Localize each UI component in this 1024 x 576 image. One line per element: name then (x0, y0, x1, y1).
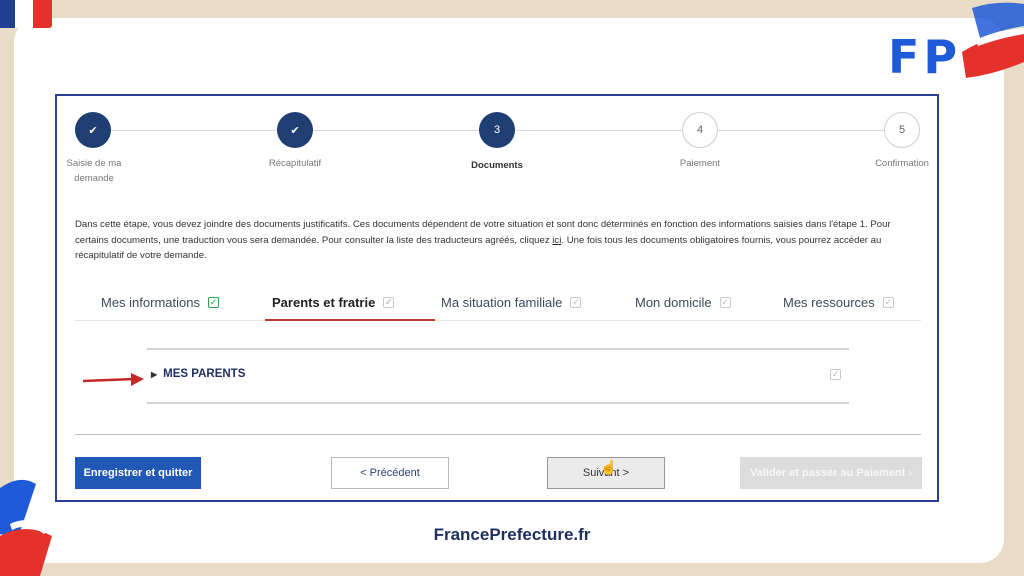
checkbox-icon: ✓ (570, 297, 582, 308)
step-1-label: Saisie de ma demande (66, 158, 122, 184)
checked-checkbox-icon: ✓ (207, 297, 219, 308)
step-3-circle: 3 (479, 112, 515, 148)
step-4-circle: 4 (682, 112, 718, 148)
translators-link[interactable]: ici (552, 235, 561, 246)
tab-ma-situation-familiale[interactable]: Ma situation familiale ✓ (441, 295, 582, 310)
save-and-quit-button[interactable]: Enregistrer et quitter (75, 457, 201, 489)
hand-cursor-icon: ☝ (600, 459, 618, 475)
tab-mon-domicile[interactable]: Mon domicile ✓ (635, 295, 731, 310)
check-icon: ✔ (88, 124, 98, 137)
tab-parents-et-fratrie[interactable]: Parents et fratrie ✓ (272, 295, 395, 310)
french-flag (0, 0, 52, 28)
check-icon: ✔ (290, 124, 300, 137)
step-1-circle: ✔ (75, 112, 111, 148)
step-4-label: Paiement (679, 158, 721, 169)
site-footer: FrancePrefecture.fr (433, 525, 591, 544)
mes-parents-section[interactable]: ▶ MES PARENTS ✓ (147, 348, 849, 404)
application-form: ✔ Saisie de ma demande ✔ Récapitulatif 3 … (55, 94, 939, 502)
tab-mes-ressources[interactable]: Mes ressources ✓ (783, 295, 894, 310)
fp-logo: FP (888, 30, 962, 84)
checkbox-icon: ✓ (830, 369, 841, 380)
step-5-circle: 5 (884, 112, 920, 148)
intro-text: Dans cette étape, vous devez joindre des… (75, 219, 891, 261)
document-tabs: Mes informations ✓ Parents et fratrie ✓ Ma… (75, 289, 921, 321)
checkbox-icon: ✓ (882, 297, 894, 308)
step-2-circle: ✔ (277, 112, 313, 148)
validate-and-pay-button[interactable]: Valider et passer au Paiement › (740, 457, 922, 489)
previous-button[interactable]: < Précédent (331, 457, 449, 489)
brush-decoration-top-right (962, 2, 1024, 78)
arrow-right-icon (83, 373, 144, 386)
step-3-label: Documents (471, 160, 523, 171)
caret-right-icon: ▶ (151, 369, 158, 379)
checkbox-icon: ✓ (719, 297, 731, 308)
step-5-label: Confirmation (875, 158, 929, 169)
step-2-label: Récapitulatif (268, 158, 322, 169)
tab-mes-informations[interactable]: Mes informations ✓ (101, 295, 219, 310)
checkbox-icon: ✓ (383, 297, 395, 308)
active-tab-indicator (265, 319, 435, 321)
section-header[interactable]: ▶ MES PARENTS (151, 368, 245, 380)
footer-divider (75, 434, 921, 435)
